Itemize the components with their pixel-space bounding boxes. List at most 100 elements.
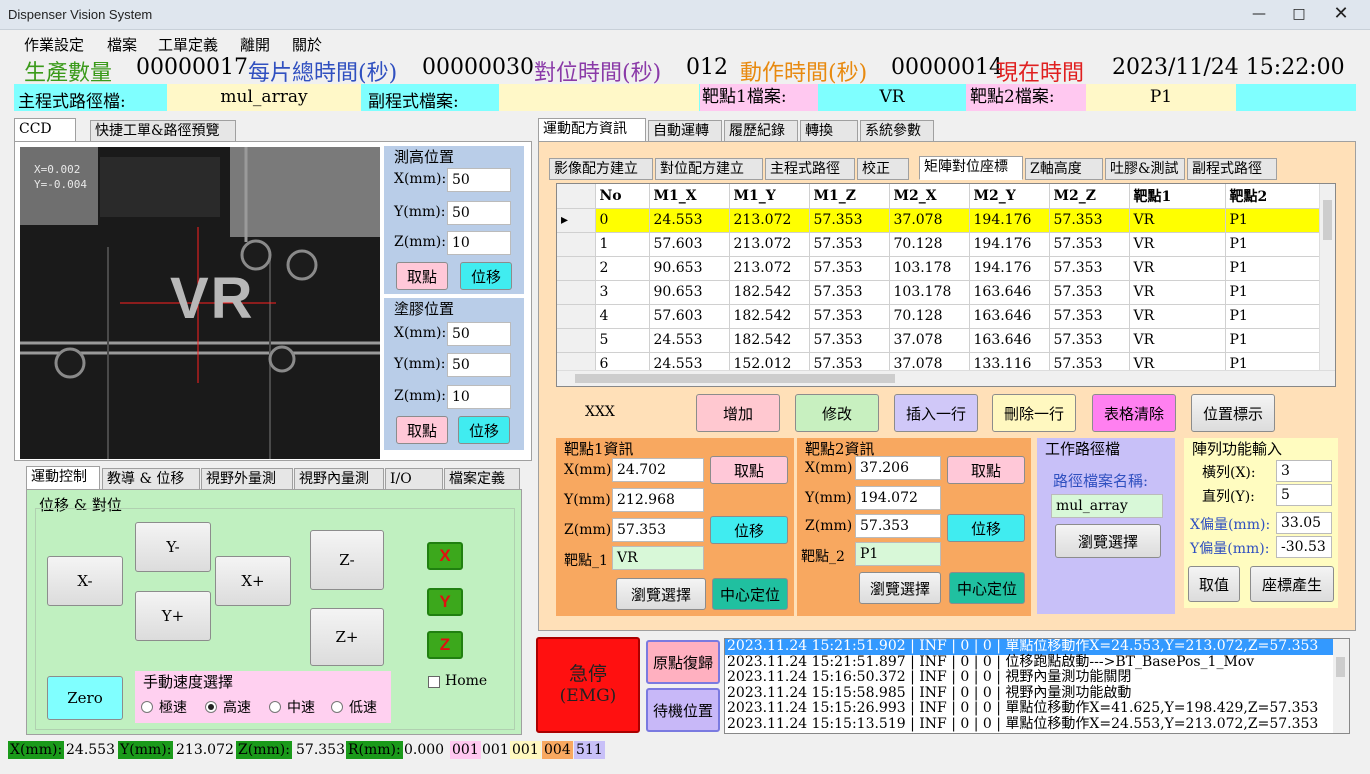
table-cell[interactable]: 0 [595,208,650,233]
table-cell[interactable]: 163.646 [969,280,1050,305]
log-entry[interactable]: 2023.11.24 15:16:50.372 | INF | 0 | 0 | … [725,670,1349,686]
glue-y-input[interactable]: 50 [447,353,511,377]
array-generate-button[interactable]: 座標產生 [1250,566,1334,602]
table-cell[interactable]: 57.353 [1049,304,1130,329]
log-scrollbar[interactable] [1333,639,1349,733]
log-entry[interactable]: 2023.11.24 15:15:58.985 | INF | 0 | 0 | … [725,685,1349,702]
table-cell[interactable]: 213.072 [729,232,810,257]
table-cell[interactable]: 57.353 [1049,208,1130,233]
table-cell[interactable]: 163.646 [969,328,1050,353]
log-entry[interactable]: 2023.11.24 15:15:26.993 | INF | 0 | 0 | … [725,701,1349,717]
tab-teach-move[interactable]: 教導 & 位移 [102,468,200,490]
axis-x-indicator[interactable]: X [427,542,463,570]
table-cell[interactable]: 37.078 [889,208,970,233]
table-cell[interactable]: 57.353 [1049,280,1130,305]
table-cell[interactable]: 37.078 [889,328,970,353]
grid-vscroll-thumb[interactable] [1323,200,1332,240]
grid-hscroll-thumb[interactable] [575,374,895,383]
table-cell[interactable]: 194.176 [969,256,1050,281]
table-cell[interactable]: P1 [1225,304,1322,329]
table-cell[interactable]: 213.072 [729,208,810,233]
glue-take-button[interactable]: 取點 [396,416,448,444]
table-cell[interactable]: 57.353 [1049,232,1130,257]
table-cell[interactable]: VR [1129,328,1226,353]
tab-convert[interactable]: 轉換 [800,120,858,142]
col-header[interactable]: M2_Y [969,184,1050,209]
menu-settings[interactable]: 作業設定 [24,34,84,55]
delete-row-button[interactable]: 刪除一行 [992,394,1076,432]
workpath-browse-button[interactable]: 瀏覽選擇 [1055,524,1161,558]
table-cell[interactable]: 70.128 [889,304,970,329]
table-cell[interactable]: VR [1129,256,1226,281]
tab-quick-order[interactable]: 快捷工單&路徑預覽 [90,120,236,142]
table-cell[interactable]: 1 [595,232,650,257]
tab-inside-measure[interactable]: 視野內量測 [294,468,384,490]
col-header[interactable]: M1_X [649,184,730,209]
axis-z-indicator[interactable]: Z [427,631,463,659]
grid-hscrollbar[interactable] [557,370,1335,386]
measure-take-button[interactable]: 取點 [396,262,448,290]
table-cell[interactable]: 57.353 [809,280,890,305]
workpath-input[interactable]: mul_array [1051,494,1163,518]
speed-radio-low[interactable] [331,701,343,713]
table-cell[interactable]: 182.542 [729,280,810,305]
menu-file[interactable]: 檔案 [107,34,137,55]
table-cell[interactable]: 182.542 [729,304,810,329]
table-cell[interactable]: P1 [1225,256,1322,281]
table-cell[interactable]: 90.653 [649,280,730,305]
subtab-z-height[interactable]: Z軸高度 [1025,158,1103,180]
clear-table-button[interactable]: 表格清除 [1092,394,1176,432]
col-header[interactable]: M1_Y [729,184,810,209]
menu-workorder[interactable]: 工單定義 [158,34,218,55]
row-header[interactable]: ▸ [557,208,596,233]
table-cell[interactable]: 57.353 [809,208,890,233]
table-row[interactable]: 5 24.553 182.542 57.353 37.078 163.646 57.353 V… [557,328,1322,353]
subtab-align-recipe[interactable]: 對位配方建立 [655,158,763,180]
table-cell[interactable]: 24.553 [649,328,730,353]
t1-browse-button[interactable]: 瀏覽選擇 [616,578,706,610]
t1-take-button[interactable]: 取點 [710,456,788,484]
array-rows-input[interactable]: 5 [1276,484,1332,506]
standby-position-button[interactable]: 待機位置 [646,688,720,732]
y-minus-button[interactable]: Y- [135,522,211,572]
subtab-sub-path[interactable]: 副程式路徑 [1187,158,1277,180]
insert-row-button[interactable]: 插入一行 [894,394,978,432]
table-row[interactable]: 2 90.653 213.072 57.353 103.178 194.176 57.353… [557,256,1322,281]
row-header[interactable] [557,256,596,281]
table-cell[interactable]: P1 [1225,280,1322,305]
table-cell[interactable]: 57.603 [649,304,730,329]
log-entry[interactable]: 2023.11.24 15:15:13.519 | INF | 0 | 0 | … [725,716,1349,733]
t1-name-input[interactable]: VR [612,546,704,570]
measure-move-button[interactable]: 位移 [460,262,512,290]
maximize-icon[interactable]: □ [1280,2,1318,26]
row-header[interactable] [557,232,596,257]
log-panel[interactable]: 2023.11.24 15:21:51.902 | INF | 0 | 0 | … [724,638,1350,734]
tab-motion-control[interactable]: 運動控制 [26,466,100,490]
row-header[interactable] [557,280,596,305]
measure-y-input[interactable]: 50 [447,201,511,225]
t2-move-button[interactable]: 位移 [947,514,1025,542]
z-plus-button[interactable]: Z+ [310,608,384,666]
emergency-stop-button[interactable]: 急停 (EMG) [536,637,640,733]
array-take-button[interactable]: 取值 [1188,566,1240,602]
camera-view[interactable]: VR X=0.002 Y=-0.004 [20,147,380,459]
col-header[interactable]: M2_Z [1049,184,1130,209]
coords-grid[interactable]: No M1_X M1_Y M1_Z M2_X M2_Y M2_Z 靶點1 靶點2… [556,183,1336,387]
home-checkbox[interactable] [428,676,440,688]
t2-x-input[interactable]: 37.206 [855,456,941,480]
t2-take-button[interactable]: 取點 [947,456,1025,484]
t1-center-button[interactable]: 中心定位 [712,578,788,610]
col-header[interactable]: No [595,184,650,209]
z-minus-button[interactable]: Z- [310,530,384,590]
subtab-main-path[interactable]: 主程式路徑 [765,158,855,180]
table-cell[interactable]: 57.353 [1049,256,1130,281]
col-header[interactable]: 靶點1 [1129,184,1226,209]
col-header[interactable]: M2_X [889,184,970,209]
grid-vscrollbar[interactable] [1319,184,1335,370]
glue-move-button[interactable]: 位移 [458,416,510,444]
add-button[interactable]: 增加 [696,394,780,432]
table-cell[interactable]: VR [1129,304,1226,329]
table-cell[interactable]: 103.178 [889,280,970,305]
table-row[interactable]: ▸ 0 24.553 213.072 57.353 37.078 194.176 57.353… [557,208,1322,233]
array-xoff-input[interactable]: 33.05 [1276,512,1332,534]
